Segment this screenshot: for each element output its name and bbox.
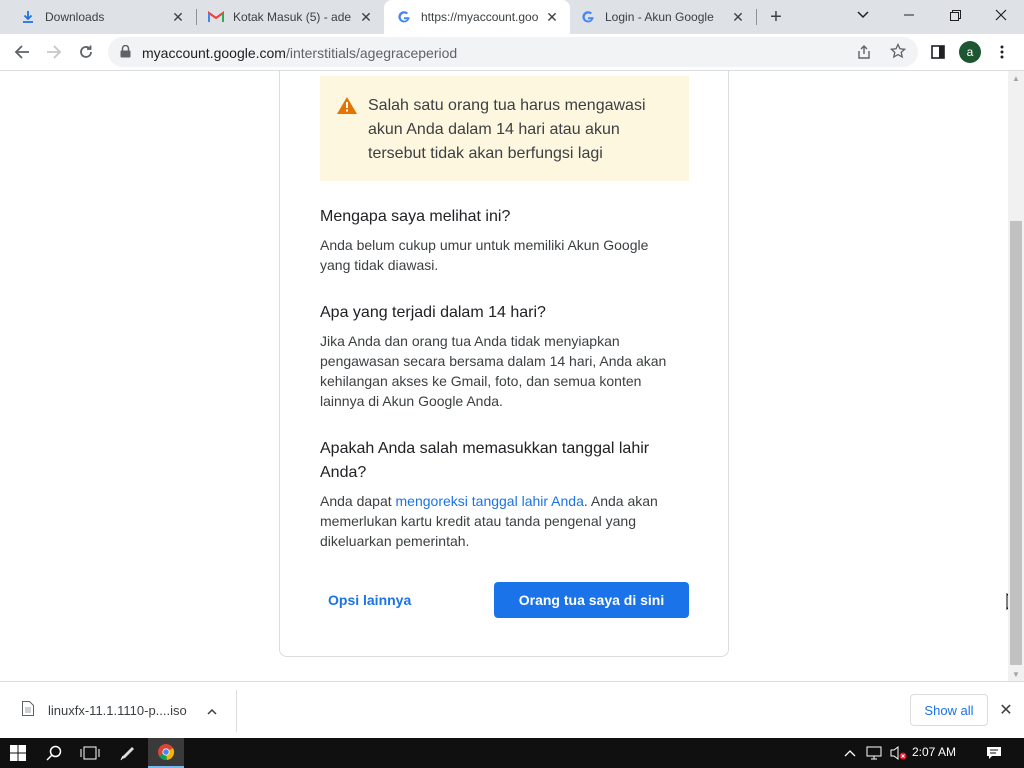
tab-strip: Downloads ✕ Kotak Masuk (5) - ade1 ✕ htt… — [0, 0, 1024, 34]
tab-title: Downloads — [45, 10, 105, 24]
share-icon[interactable] — [856, 44, 872, 65]
close-download-bar-icon[interactable]: ✕ — [996, 700, 1016, 720]
search-icon[interactable] — [36, 738, 72, 768]
tab-downloads[interactable]: Downloads ✕ — [0, 0, 196, 34]
warning-banner: Salah satu orang tua harus mengawasi aku… — [320, 76, 689, 181]
avatar: a — [959, 41, 981, 63]
tab-gmail[interactable]: Kotak Masuk (5) - ade1 ✕ — [196, 0, 384, 34]
address-bar[interactable]: myaccount.google.com/interstitials/agegr… — [108, 37, 918, 67]
close-tab-icon[interactable]: ✕ — [544, 9, 560, 25]
show-all-button[interactable]: Show all — [910, 694, 988, 726]
tab-search-button[interactable] — [840, 0, 886, 30]
tab-title: https://myaccount.goo — [421, 10, 538, 24]
new-tab-button[interactable]: + — [764, 6, 788, 28]
section-body: Jika Anda dan orang tua Anda tidak menyi… — [320, 333, 667, 409]
browser-toolbar: myaccount.google.com/interstitials/agegr… — [0, 34, 1024, 71]
parent-here-button[interactable]: Orang tua saya di sini — [494, 582, 689, 618]
back-button[interactable] — [8, 38, 36, 66]
interstitial-card: Salah satu orang tua harus mengawasi aku… — [279, 71, 729, 657]
tab-title: Login - Akun Google — [605, 10, 714, 24]
page-scrollbar[interactable]: ▲ ▼ — [1008, 71, 1024, 681]
scroll-up-icon[interactable]: ▲ — [1008, 71, 1024, 85]
close-window-button[interactable] — [978, 0, 1024, 30]
minimize-button[interactable] — [886, 0, 932, 30]
reload-button[interactable] — [72, 38, 100, 66]
url-path: /interstitials/agegraceperiod — [285, 45, 458, 61]
notification-icon[interactable] — [976, 738, 1012, 768]
scroll-down-icon[interactable]: ▼ — [1008, 667, 1024, 681]
section-heading: Apakah Anda salah memasukkan tanggal lah… — [320, 440, 650, 481]
google-icon — [396, 9, 412, 25]
download-separator — [236, 690, 237, 732]
task-view-icon[interactable] — [72, 738, 108, 768]
lock-icon[interactable] — [120, 44, 131, 63]
tab-title: Kotak Masuk (5) - ade1 — [233, 10, 352, 24]
chrome-taskbar-icon[interactable] — [148, 738, 184, 768]
forward-button[interactable] — [40, 38, 68, 66]
volume-muted-icon[interactable] — [886, 738, 910, 768]
url-host: myaccount.google.com — [142, 45, 286, 61]
download-bar: linuxfx-11.1.1110-p....iso Show all ✕ — [0, 681, 1024, 738]
scrollbar-thumb[interactable] — [1010, 221, 1022, 665]
chevron-up-icon[interactable] — [207, 703, 217, 718]
warning-icon — [336, 96, 358, 120]
gmail-icon — [208, 9, 224, 25]
google-icon — [580, 9, 596, 25]
network-icon[interactable] — [862, 738, 886, 768]
show-hidden-icons-icon[interactable] — [838, 738, 862, 768]
close-tab-icon[interactable]: ✕ — [358, 9, 374, 25]
taskbar-clock[interactable]: 2:07 AM — [912, 745, 956, 759]
kebab-menu-icon[interactable] — [988, 38, 1016, 66]
section-body: Anda belum cukup umur untuk memiliki Aku… — [320, 237, 649, 273]
restore-button[interactable] — [932, 0, 978, 30]
download-icon — [20, 9, 36, 25]
page-content: Salah satu orang tua harus mengawasi aku… — [0, 71, 1008, 681]
profile-avatar[interactable]: a — [956, 38, 984, 66]
body-text: Anda dapat — [320, 493, 396, 509]
warning-text: Salah satu orang tua harus mengawasi aku… — [368, 97, 646, 162]
close-tab-icon[interactable]: ✕ — [170, 9, 186, 25]
file-icon — [22, 701, 34, 719]
section-heading: Mengapa saya melihat ini? — [320, 208, 511, 225]
tab-myaccount[interactable]: https://myaccount.goo ✕ — [384, 0, 570, 34]
tab-separator — [756, 9, 757, 25]
url-text: myaccount.google.com/interstitials/agegr… — [142, 45, 457, 61]
download-item[interactable]: linuxfx-11.1.1110-p....iso — [12, 694, 232, 726]
section-heading: Apa yang terjadi dalam 14 hari? — [320, 304, 546, 321]
more-options-button[interactable]: Opsi lainnya — [320, 582, 420, 618]
close-tab-icon[interactable]: ✕ — [730, 9, 746, 25]
windows-start-icon[interactable] — [0, 738, 36, 768]
download-filename: linuxfx-11.1.1110-p....iso — [48, 702, 187, 718]
section-body: Anda dapat mengoreksi tanggal lahir Anda… — [320, 491, 680, 551]
side-panel-icon[interactable] — [924, 38, 952, 66]
windows-taskbar: 2:07 AM — [0, 738, 1024, 768]
correct-birthdate-link[interactable]: mengoreksi tanggal lahir Anda — [396, 493, 584, 509]
bookmark-star-icon[interactable] — [889, 42, 907, 64]
tab-login[interactable]: Login - Akun Google ✕ — [570, 0, 756, 34]
app-pen-icon[interactable] — [110, 738, 146, 768]
